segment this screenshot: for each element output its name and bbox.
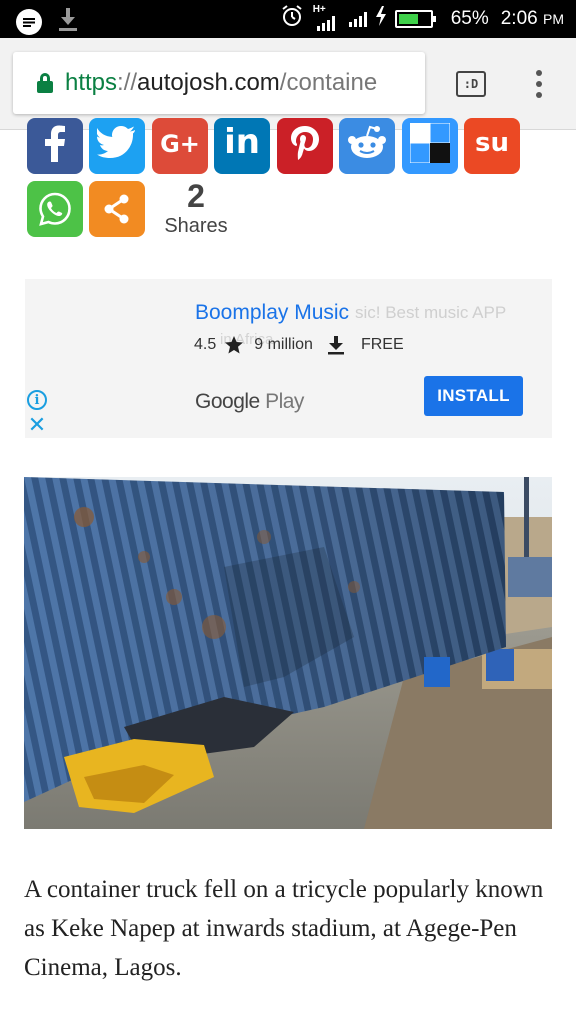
google-play-logo: Google Play: [195, 390, 304, 414]
stumbleupon-icon: su: [475, 128, 509, 158]
url-path: /containe: [279, 69, 378, 96]
share-count: 2 Shares: [163, 178, 229, 238]
tab-count: :D: [463, 77, 479, 91]
signal-icon: H+: [311, 4, 341, 31]
share-delicious-button[interactable]: [402, 118, 458, 174]
address-bar[interactable]: https://autojosh.com/containe: [13, 52, 425, 114]
article-photo: [24, 477, 552, 829]
google-play-logo-google: Google: [195, 390, 260, 413]
share-stumbleupon-button[interactable]: su: [464, 118, 520, 174]
twitter-icon: [97, 126, 135, 158]
pinterest-icon: [291, 126, 319, 160]
chat-bubble-icon: [16, 8, 42, 35]
google-play-logo-play: Play: [265, 390, 304, 413]
network-type: H+: [312, 4, 326, 15]
ad-rating: 4.5: [194, 336, 217, 353]
url-separator: ://: [117, 69, 138, 96]
url-text[interactable]: https://autojosh.com/containe: [65, 69, 377, 97]
share-google-plus-button[interactable]: G+: [152, 118, 208, 174]
clock-meridiem: PM: [543, 11, 564, 27]
lock-icon: [37, 73, 53, 93]
ad-downloads: 9 million: [254, 336, 313, 353]
ad-close-glyph: ✕: [27, 412, 47, 437]
battery-icon: [394, 10, 436, 28]
signal-icon: [348, 11, 367, 27]
charging-icon: [375, 6, 387, 32]
share-icon: [104, 194, 129, 224]
install-button-label: INSTALL: [437, 386, 510, 405]
delicious-icon: [410, 123, 450, 163]
browser-toolbar: https://autojosh.com/containe :D: [0, 38, 576, 130]
ad-faded-description: sic! Best music APP: [355, 303, 507, 322]
facebook-icon: [45, 125, 65, 162]
linkedin-icon: in: [224, 122, 260, 162]
share-twitter-button[interactable]: [89, 118, 145, 174]
download-icon: [327, 336, 344, 355]
overflow-menu-button[interactable]: [529, 68, 549, 100]
google-plus-icon: G+: [160, 130, 200, 158]
alarm-icon: [281, 5, 303, 33]
ad-info-icon[interactable]: i: [27, 390, 47, 410]
ad-app-meta: 4.5 9 million FREE: [194, 335, 404, 355]
status-bar: H+ 65% 2:06 PM: [0, 0, 576, 38]
clock-time: 2:06: [500, 8, 538, 29]
download-icon: [58, 6, 78, 37]
install-button[interactable]: INSTALL: [424, 376, 523, 416]
share-pinterest-button[interactable]: [277, 118, 333, 174]
ad-banner[interactable]: sic! Best music APP in Africa Boomplay M…: [25, 279, 552, 438]
share-whatsapp-button[interactable]: [27, 181, 83, 237]
ad-info-glyph: i: [34, 392, 40, 408]
url-scheme: https: [65, 69, 118, 96]
share-more-button[interactable]: [89, 181, 145, 237]
share-count-label: Shares: [164, 215, 228, 237]
share-linkedin-button[interactable]: in: [214, 118, 270, 174]
share-reddit-button[interactable]: [339, 118, 395, 174]
tab-switcher-button[interactable]: :D: [456, 71, 486, 97]
whatsapp-icon: [39, 192, 71, 226]
ad-close-icon[interactable]: ✕: [27, 414, 47, 436]
battery-percent: 65%: [450, 8, 489, 29]
share-count-number: 2: [187, 178, 205, 214]
clock: 2:06 PM: [501, 8, 564, 30]
ad-price: FREE: [360, 336, 404, 353]
url-host: autojosh.com: [137, 69, 280, 96]
star-icon: [225, 336, 244, 354]
reddit-icon: [348, 125, 386, 158]
article-caption: A container truck fell on a tricycle pop…: [24, 876, 544, 981]
share-facebook-button[interactable]: [27, 118, 83, 174]
ad-title[interactable]: Boomplay Music: [195, 301, 349, 325]
